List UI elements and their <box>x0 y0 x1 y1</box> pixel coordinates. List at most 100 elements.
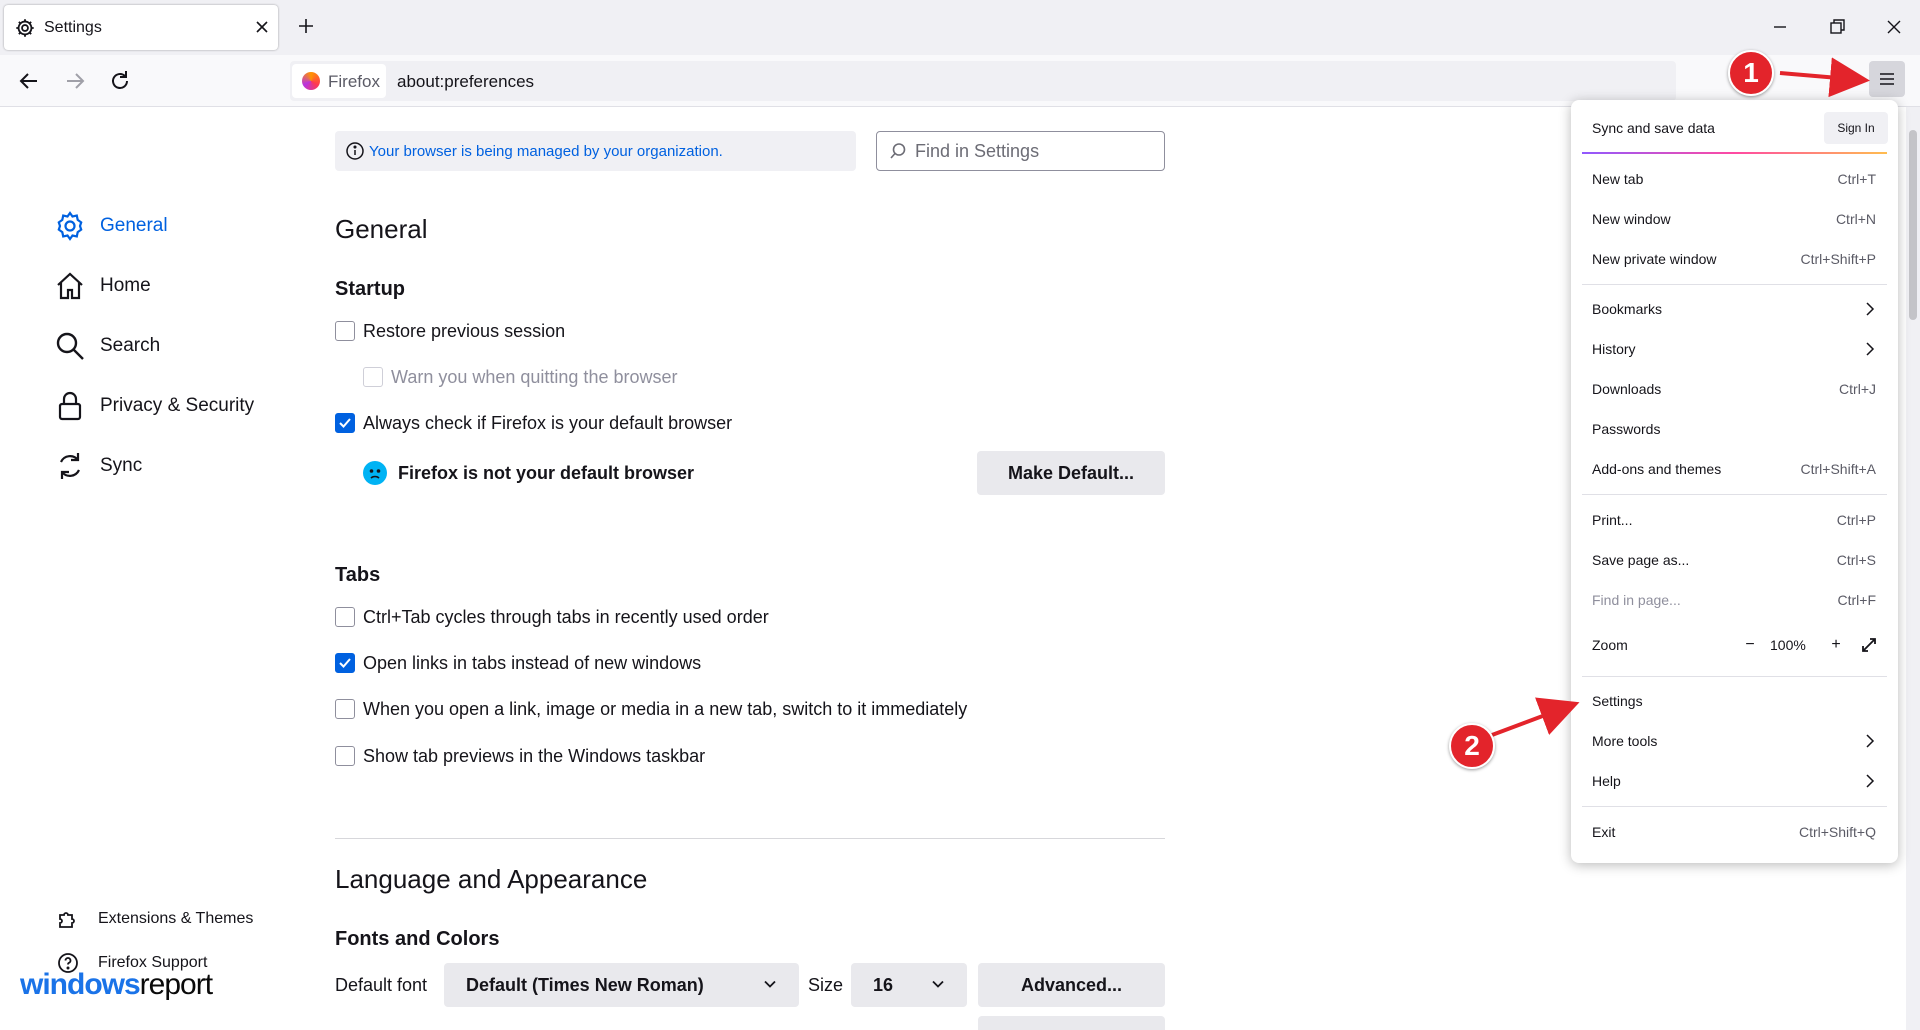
menu-item-new-private-window[interactable]: New private window Ctrl+Shift+P <box>1571 244 1898 274</box>
hamburger-icon <box>1880 73 1894 85</box>
scrollbar-thumb[interactable] <box>1909 130 1917 320</box>
menu-item-more-tools[interactable]: More tools <box>1571 726 1898 756</box>
menu-item-bookmarks[interactable]: Bookmarks <box>1571 294 1898 324</box>
close-window-icon[interactable] <box>1883 16 1905 38</box>
sad-face-icon <box>363 461 387 485</box>
reload-icon[interactable] <box>107 68 133 94</box>
chevron-right-icon <box>1866 774 1875 788</box>
tab-previews-checkbox[interactable]: Show tab previews in the Windows taskbar <box>335 744 705 768</box>
restore-session-checkbox[interactable]: Restore previous session <box>335 319 565 343</box>
fullscreen-icon[interactable] <box>1860 636 1878 654</box>
ctrl-tab-checkbox[interactable]: Ctrl+Tab cycles through tabs in recently… <box>335 605 769 629</box>
forward-icon[interactable] <box>62 68 88 94</box>
zoom-out-button[interactable]: − <box>1739 634 1761 656</box>
warn-quit-checkbox: Warn you when quitting the browser <box>363 365 677 389</box>
menu-item-print[interactable]: Print... Ctrl+P <box>1571 505 1898 535</box>
sidebar-item-search[interactable]: Search <box>54 328 160 364</box>
zoom-in-button[interactable]: + <box>1825 634 1847 656</box>
close-tab-icon[interactable] <box>252 17 272 37</box>
home-icon <box>57 272 83 300</box>
language-heading: Language and Appearance <box>335 864 648 894</box>
sidebar-item-label: Privacy & Security <box>100 395 255 416</box>
check-icon <box>339 418 351 428</box>
advanced-fonts-button[interactable]: Advanced... <box>978 963 1165 1007</box>
annotation-badge-1: 1 <box>1728 50 1774 96</box>
sidebar-footer-label: Extensions & Themes <box>98 910 254 927</box>
tab-strip: Settings <box>0 0 1920 55</box>
gear-icon <box>57 211 83 241</box>
startup-heading: Startup <box>335 278 405 300</box>
chevron-right-icon <box>1866 342 1875 356</box>
menu-item-downloads[interactable]: Downloads Ctrl+J <box>1571 374 1898 404</box>
menu-item-new-tab[interactable]: New tab Ctrl+T <box>1571 164 1898 194</box>
checkbox-label: Open links in tabs instead of new window… <box>363 652 702 673</box>
zoom-level[interactable]: 100% <box>1770 637 1806 653</box>
find-placeholder: Find in Settings <box>915 140 1040 161</box>
colors-button-partial[interactable] <box>978 1016 1165 1030</box>
menu-item-settings[interactable]: Settings <box>1571 686 1898 716</box>
menu-separator <box>1582 676 1887 677</box>
checkbox-box[interactable] <box>335 413 355 433</box>
make-default-button[interactable]: Make Default... <box>977 451 1165 495</box>
checkbox-label: Show tab previews in the Windows taskbar <box>363 745 706 766</box>
default-font-select[interactable]: Default (Times New Roman) <box>444 963 799 1007</box>
sign-in-button[interactable]: Sign In <box>1824 112 1888 144</box>
checkbox-label: Ctrl+Tab cycles through tabs in recently… <box>363 606 769 627</box>
checkbox-label: Warn you when quitting the browser <box>391 366 678 387</box>
sidebar-extensions-themes[interactable]: Extensions & Themes <box>56 907 253 931</box>
menu-item-new-window[interactable]: New window Ctrl+N <box>1571 204 1898 234</box>
identity-box[interactable]: Firefox <box>292 64 386 98</box>
select-value: 16 <box>873 974 894 995</box>
sidebar-item-privacy[interactable]: Privacy & Security <box>54 388 254 424</box>
new-tab-icon[interactable] <box>296 16 316 36</box>
font-size-select[interactable]: 16 <box>851 963 967 1007</box>
menu-item-exit[interactable]: Exit Ctrl+Shift+Q <box>1571 817 1898 847</box>
url-text[interactable]: about:preferences <box>397 72 534 92</box>
switch-tab-checkbox[interactable]: When you open a link, image or media in … <box>335 697 967 721</box>
check-icon <box>339 658 351 668</box>
checkbox-box[interactable] <box>335 321 355 341</box>
checkbox-box[interactable] <box>335 607 355 627</box>
menu-item-passwords[interactable]: Passwords <box>1571 414 1898 444</box>
app-menu-button[interactable] <box>1869 61 1905 97</box>
account-icon[interactable] <box>1833 69 1855 91</box>
checkbox-box[interactable] <box>335 699 355 719</box>
checkbox-box[interactable] <box>335 653 355 673</box>
sync-accent-line <box>1582 152 1887 154</box>
sidebar-item-label: Sync <box>100 455 143 476</box>
url-bar[interactable]: Firefox about:preferences <box>290 61 1676 101</box>
managed-notice[interactable]: Your browser is being managed by your or… <box>335 131 856 171</box>
tab-title: Settings <box>44 19 102 36</box>
checkbox-label: Always check if Firefox is your default … <box>363 412 733 433</box>
find-in-settings-input[interactable]: Find in Settings <box>876 131 1165 171</box>
tab-settings[interactable]: Settings <box>4 5 278 50</box>
info-icon <box>346 142 364 160</box>
minimize-icon[interactable] <box>1769 16 1791 38</box>
menu-separator <box>1582 494 1887 495</box>
menu-item-zoom: Zoom − 100% + <box>1571 630 1898 660</box>
sidebar-item-sync[interactable]: Sync <box>54 448 142 484</box>
menu-item-find-in-page[interactable]: Find in page... Ctrl+F <box>1571 585 1898 615</box>
menu-separator <box>1582 806 1887 807</box>
default-browser-checkbox[interactable]: Always check if Firefox is your default … <box>335 411 732 435</box>
menu-item-save-page[interactable]: Save page as... Ctrl+S <box>1571 545 1898 575</box>
sidebar-item-general[interactable]: General <box>54 208 168 244</box>
puzzle-icon <box>59 912 75 928</box>
menu-item-help[interactable]: Help <box>1571 766 1898 796</box>
chevron-down-icon <box>764 980 776 988</box>
section-divider <box>335 838 1165 839</box>
menu-item-addons-themes[interactable]: Add-ons and themes Ctrl+Shift+A <box>1571 454 1898 484</box>
annotation-badge-2: 2 <box>1449 723 1495 769</box>
back-icon[interactable] <box>16 68 42 94</box>
page-title: General <box>335 214 428 244</box>
sidebar-item-label: Home <box>100 275 151 296</box>
default-font-label: Default font <box>335 975 428 995</box>
search-icon <box>56 332 84 360</box>
open-links-tabs-checkbox[interactable]: Open links in tabs instead of new window… <box>335 651 701 675</box>
select-value: Default (Times New Roman) <box>466 974 704 995</box>
sidebar-item-home[interactable]: Home <box>54 268 151 304</box>
menu-item-history[interactable]: History <box>1571 334 1898 364</box>
checkbox-box[interactable] <box>335 746 355 766</box>
lock-icon <box>58 391 82 421</box>
restore-icon[interactable] <box>1826 16 1848 38</box>
